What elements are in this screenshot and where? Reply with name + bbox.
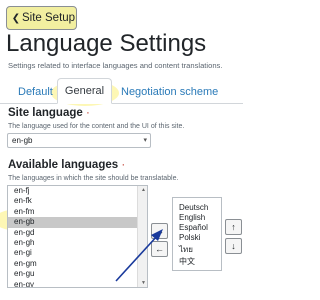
annotation-arrow-icon [115, 229, 163, 282]
